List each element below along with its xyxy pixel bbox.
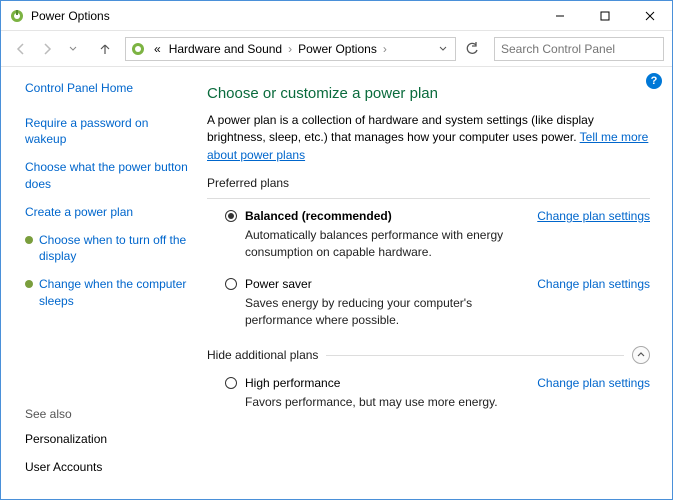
plan-power-saver: Power saver Change plan settings Saves e…	[207, 277, 650, 329]
radio-high-performance[interactable]	[225, 377, 237, 389]
radio-power-saver[interactable]	[225, 278, 237, 290]
breadcrumb-overflow[interactable]: «	[150, 42, 165, 56]
plan-name-power-saver: Power saver	[245, 277, 537, 291]
hide-additional-plans-row[interactable]: Hide additional plans	[207, 346, 650, 364]
bullet-icon	[25, 280, 33, 288]
divider	[207, 198, 650, 199]
breadcrumb-hardware-sound[interactable]: Hardware and Sound	[165, 42, 286, 56]
plan-name-high-performance: High performance	[245, 376, 537, 390]
sidebar-link-power-button[interactable]: Choose what the power button does	[25, 159, 189, 191]
breadcrumb[interactable]: « Hardware and Sound › Power Options ›	[125, 37, 456, 61]
sidebar: Control Panel Home Require a password on…	[1, 67, 201, 499]
close-button[interactable]	[627, 1, 672, 30]
divider	[326, 355, 624, 356]
recent-dropdown[interactable]	[61, 37, 85, 61]
description-text: A power plan is a collection of hardware…	[207, 113, 594, 144]
sidebar-link-turn-off-display[interactable]: Choose when to turn off the display	[25, 232, 189, 264]
sidebar-link-password-wakeup[interactable]: Require a password on wakeup	[25, 115, 189, 147]
see-also-label: See also	[25, 407, 189, 421]
radio-balanced[interactable]	[225, 210, 237, 222]
plan-name-balanced: Balanced (recommended)	[245, 209, 537, 223]
collapse-button[interactable]	[632, 346, 650, 364]
breadcrumb-power-options[interactable]: Power Options	[294, 42, 381, 56]
plan-desc-balanced: Automatically balances performance with …	[225, 227, 650, 261]
navbar: « Hardware and Sound › Power Options ›	[1, 31, 672, 67]
bullet-icon	[25, 236, 33, 244]
titlebar: Power Options	[1, 1, 672, 31]
breadcrumb-dropdown[interactable]	[435, 42, 451, 56]
plan-desc-high-performance: Favors performance, but may use more ene…	[225, 394, 650, 411]
maximize-button[interactable]	[582, 1, 627, 30]
minimize-button[interactable]	[537, 1, 582, 30]
window-title: Power Options	[31, 9, 537, 23]
sidebar-link-personalization[interactable]: Personalization	[25, 431, 189, 447]
hide-additional-label: Hide additional plans	[207, 348, 318, 362]
radio-checked-icon	[228, 213, 234, 219]
up-button[interactable]	[93, 37, 117, 61]
plan-balanced: Balanced (recommended) Change plan setti…	[207, 209, 650, 261]
forward-button[interactable]	[35, 37, 59, 61]
sidebar-link-computer-sleeps[interactable]: Change when the computer sleeps	[25, 276, 189, 308]
sidebar-link-user-accounts[interactable]: User Accounts	[25, 459, 189, 475]
sidebar-item-label: Change when the computer sleeps	[39, 276, 189, 308]
search-input[interactable]	[494, 37, 664, 61]
power-options-icon	[9, 8, 25, 24]
plan-high-performance: High performance Change plan settings Fa…	[207, 376, 650, 411]
plan-desc-power-saver: Saves energy by reducing your computer's…	[225, 295, 650, 329]
chevron-right-icon: ›	[381, 42, 389, 56]
control-panel-home-link[interactable]: Control Panel Home	[25, 81, 189, 95]
refresh-button[interactable]	[458, 37, 486, 61]
preferred-plans-label: Preferred plans	[207, 176, 650, 190]
change-plan-power-saver[interactable]: Change plan settings	[537, 277, 650, 291]
help-icon[interactable]: ?	[646, 73, 662, 89]
chevron-right-icon: ›	[286, 42, 294, 56]
page-heading: Choose or customize a power plan	[207, 85, 650, 102]
sidebar-link-create-plan[interactable]: Create a power plan	[25, 204, 189, 220]
back-button[interactable]	[9, 37, 33, 61]
power-options-icon	[130, 41, 146, 57]
content: ? Choose or customize a power plan A pow…	[201, 67, 672, 499]
change-plan-high-performance[interactable]: Change plan settings	[537, 376, 650, 390]
change-plan-balanced[interactable]: Change plan settings	[537, 209, 650, 223]
page-description: A power plan is a collection of hardware…	[207, 112, 650, 164]
sidebar-item-label: Choose when to turn off the display	[39, 232, 189, 264]
